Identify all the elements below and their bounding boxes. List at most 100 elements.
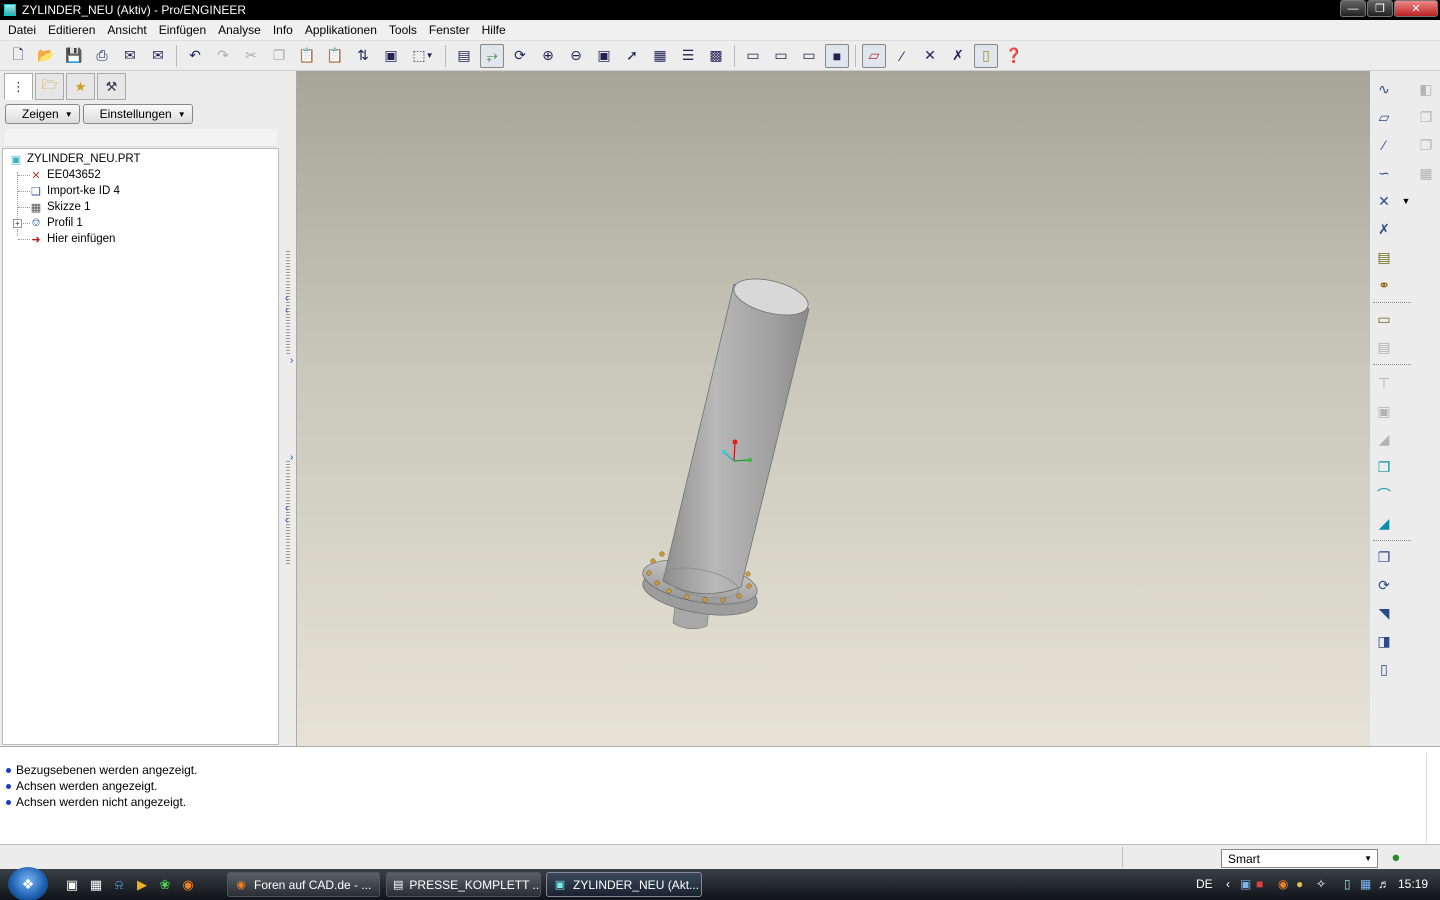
trim-icon[interactable]: ❐ — [1414, 133, 1438, 157]
zoom-out-icon[interactable]: ⊖ — [564, 44, 588, 68]
network-status-icon[interactable]: ▦ — [1360, 877, 1371, 891]
print-icon[interactable]: ⎙ — [90, 44, 114, 68]
no-hidden-icon[interactable]: ▭ — [797, 44, 821, 68]
menu-editieren[interactable]: Editieren — [42, 23, 101, 37]
collapse-left-arrow-icon[interactable]: ‹ — [285, 305, 288, 316]
extrude-icon[interactable]: ❐ — [1372, 455, 1396, 479]
undo-icon[interactable]: ↶ — [183, 44, 207, 68]
menu-hilfe[interactable]: Hilfe — [476, 23, 512, 37]
paste-icon[interactable]: 📋 — [295, 44, 319, 68]
close-button[interactable]: ✕ — [1394, 0, 1438, 17]
insert-mode-icon[interactable]: ▤ — [1372, 335, 1396, 359]
menu-datei[interactable]: Datei — [2, 23, 42, 37]
safely-remove-icon[interactable]: ✧ — [1316, 877, 1326, 891]
hidden-line-icon[interactable]: ▭ — [769, 44, 793, 68]
new-file-icon[interactable]: 🗋 — [6, 44, 30, 68]
datum-plane-icon[interactable]: ▱ — [1372, 105, 1396, 129]
analysis-feature-icon[interactable]: ▤ — [1372, 245, 1396, 269]
tray-expand-icon[interactable]: ‹ — [1226, 877, 1230, 891]
model-tree-tab[interactable]: ⋮ — [4, 73, 33, 100]
zoom-in-icon[interactable]: ⊕ — [536, 44, 560, 68]
chamfer-icon[interactable]: ◢ — [1372, 511, 1396, 535]
menu-ansicht[interactable]: Ansicht — [101, 23, 152, 37]
thicken-icon[interactable]: ▯ — [1372, 657, 1396, 681]
email-icon[interactable]: ✉ — [118, 44, 142, 68]
tree-item-insert-here[interactable]: ➜ Hier einfügen — [29, 231, 115, 247]
firefox-icon[interactable]: ◉ — [180, 877, 196, 893]
reorient-icon[interactable]: ➚ — [620, 44, 644, 68]
coordinate-systems-icon[interactable]: ✗ — [946, 44, 970, 68]
cut-icon[interactable]: ✂ — [239, 44, 263, 68]
saved-views-icon[interactable]: ▦ — [648, 44, 672, 68]
sketch-tool-icon[interactable]: ▭ — [1372, 307, 1396, 331]
mirror-icon[interactable]: ◧ — [1414, 77, 1438, 101]
tray-app-icon[interactable]: ● — [1296, 877, 1303, 891]
regenerate-icon[interactable]: ⇅ — [351, 44, 375, 68]
collapse-left-arrow-icon[interactable]: ‹ — [285, 293, 288, 304]
save-icon[interactable]: 💾 — [62, 44, 86, 68]
pattern-icon[interactable]: ▦ — [1414, 161, 1438, 185]
connections-tab[interactable]: ⚒ — [97, 73, 126, 100]
volume-icon[interactable]: ♬ — [1378, 877, 1390, 891]
show-desktop-icon[interactable]: ▣ — [64, 877, 80, 893]
favorites-tab[interactable]: ★ — [66, 73, 95, 100]
panel-splitter[interactable]: ‹ ‹ › › ‹ ‹ — [282, 71, 297, 746]
menu-tools[interactable]: Tools — [383, 23, 423, 37]
find-icon[interactable]: ▣ — [379, 44, 403, 68]
expand-right-arrow-icon[interactable]: › — [290, 355, 293, 366]
menu-analyse[interactable]: Analyse — [212, 23, 267, 37]
offset-icon[interactable]: ❐ — [1372, 545, 1396, 569]
redraw-icon[interactable]: ▤ — [452, 44, 476, 68]
merge-icon[interactable]: ❐ — [1414, 105, 1438, 129]
taskbar-item-zylinder[interactable]: ▣ ZYLINDER_NEU (Akt... — [546, 872, 702, 897]
blend-icon[interactable]: ◨ — [1372, 629, 1396, 653]
regeneration-status-icon[interactable]: ⚫ — [1390, 850, 1402, 867]
message-scrollbar[interactable] — [1426, 753, 1440, 843]
paste-special-icon[interactable]: 📋 — [323, 44, 347, 68]
switch-windows-icon[interactable]: ▦ — [88, 877, 104, 893]
datum-csys-icon[interactable]: ✗ — [1372, 217, 1396, 241]
expand-toggle[interactable]: + — [13, 219, 22, 228]
tree-item-profile[interactable]: ⎊ Profil 1 — [29, 215, 83, 231]
menu-einfuegen[interactable]: Einfügen — [153, 23, 212, 37]
spin-center-icon[interactable]: ⥅ — [480, 43, 504, 68]
taskbar-item-presse[interactable]: ▤ PRESSE_KOMPLETT ... — [386, 872, 541, 897]
email-link-icon[interactable]: ✉ — [146, 44, 170, 68]
datum-point-icon[interactable]: ✕ — [1372, 189, 1396, 213]
tree-item-sketch[interactable]: ▦ Skizze 1 — [29, 199, 91, 215]
menu-info[interactable]: Info — [267, 23, 299, 37]
chain-link-icon[interactable]: ⚭ — [1372, 273, 1396, 297]
language-indicator[interactable]: DE — [1196, 877, 1213, 891]
layers-icon[interactable]: ☰ — [676, 44, 700, 68]
datum-axes-icon[interactable]: ⁄ — [890, 44, 914, 68]
ati-tray-icon[interactable]: ■ — [1256, 877, 1263, 891]
view-manager-icon[interactable]: ▩ — [704, 44, 728, 68]
settings-dropdown-button[interactable]: Einstellungen ▼ — [82, 104, 193, 124]
datum-points-icon[interactable]: ✕ — [918, 44, 942, 68]
select-box-icon[interactable]: ⬚ ▼ — [407, 44, 439, 68]
taskbar-item-firefox[interactable]: ◉ Foren auf CAD.de - ... — [227, 872, 380, 897]
internet-explorer-icon[interactable]: ⍾ — [111, 877, 127, 893]
battery-icon[interactable]: ▯ — [1344, 877, 1351, 891]
rib-icon[interactable]: ⊤ — [1372, 371, 1396, 395]
menu-applikationen[interactable]: Applikationen — [299, 23, 383, 37]
folder-browser-tab[interactable]: 🗁 — [35, 73, 64, 100]
annotations-icon[interactable]: ▯ — [974, 43, 998, 68]
open-icon[interactable]: 📂 — [34, 44, 58, 68]
draft-icon[interactable]: ◢ — [1372, 427, 1396, 451]
dropdown-arrow-icon[interactable]: ▼ — [1394, 189, 1418, 213]
tree-filter-bar[interactable] — [5, 129, 277, 147]
datum-planes-icon[interactable]: ▱ — [862, 43, 886, 68]
tray-app-icon[interactable]: ◉ — [1278, 877, 1288, 891]
refit-icon[interactable]: ▣ — [592, 44, 616, 68]
menu-fenster[interactable]: Fenster — [423, 23, 476, 37]
clock[interactable]: 15:19 — [1398, 877, 1428, 891]
sketched-datum-curve-icon[interactable]: ∿ — [1372, 77, 1396, 101]
collapse-left-arrow-icon[interactable]: ‹ — [285, 515, 288, 526]
model-viewport[interactable] — [297, 71, 1370, 746]
datum-curve-icon[interactable]: ∽ — [1372, 161, 1396, 185]
minimize-button[interactable]: — — [1340, 0, 1366, 17]
quicklaunch-app-icon[interactable]: ❀ — [157, 877, 173, 893]
network-tray-icon[interactable]: ▣ — [1240, 877, 1251, 891]
copy-icon[interactable]: ❐ — [267, 44, 291, 68]
